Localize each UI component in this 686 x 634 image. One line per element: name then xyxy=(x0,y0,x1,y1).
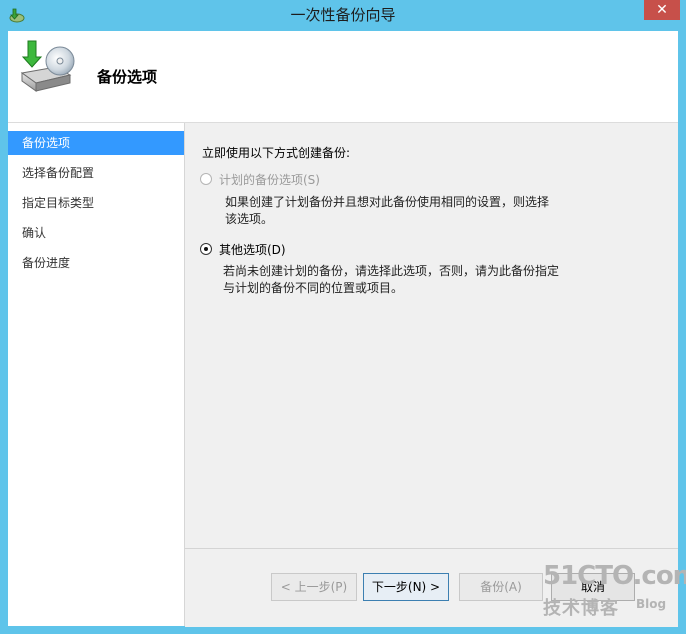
title-bar[interactable]: 一次性备份向导 ✕ xyxy=(0,0,686,30)
sidebar-item-target-type[interactable]: 指定目标类型 xyxy=(8,191,184,215)
previous-button[interactable]: < 上一步(P) xyxy=(271,573,357,601)
wizard-header: 备份选项 xyxy=(8,31,678,123)
scheduled-options-description: 如果创建了计划备份并且想对此备份使用相同的设置，则选择 该选项。 xyxy=(225,194,565,228)
sidebar-item-backup-options[interactable]: 备份选项 xyxy=(8,131,184,155)
description-line: 如果创建了计划备份并且想对此备份使用相同的设置，则选择 xyxy=(225,195,550,209)
window-title: 一次性备份向导 xyxy=(290,6,396,24)
other-options-label: 其他选项(D) xyxy=(219,243,286,257)
site-watermark: 51CTO.com 技术博客 Blog xyxy=(540,561,686,621)
watermark-subtitle: 技术博客 xyxy=(543,598,619,619)
description-line: 若尚未创建计划的备份，请选择此选项，否则，请为此备份指定 xyxy=(223,264,560,278)
other-options-radio[interactable] xyxy=(200,243,212,255)
wizard-steps-sidebar: 备份选项 选择备份配置 指定目标类型 确认 备份进度 xyxy=(8,123,185,626)
other-options-description: 若尚未创建计划的备份，请选择此选项，否则，请为此备份指定 与计划的备份不同的位置… xyxy=(223,263,563,297)
scheduled-options-radio[interactable] xyxy=(200,173,212,185)
next-button[interactable]: 下一步(N) > xyxy=(363,573,449,601)
watermark-site: 51CTO.com xyxy=(543,561,686,591)
sidebar-item-confirm[interactable]: 确认 xyxy=(8,221,184,245)
scheduled-options-label: 计划的备份选项(S) xyxy=(219,173,320,187)
wizard-body: 备份选项 备份选项 选择备份配置 指定目标类型 确认 备份进度 立即使用以下方式… xyxy=(8,31,678,627)
description-line: 该选项。 xyxy=(225,212,274,226)
radio-selected-dot xyxy=(204,247,208,251)
description-line: 与计划的备份不同的位置或项目。 xyxy=(223,281,404,295)
wizard-window: 一次性备份向导 ✕ 备份选项 备份选项 选择备份配置 指定目标类型 确认 备份进… xyxy=(0,0,686,634)
backup-wizard-icon xyxy=(20,40,75,92)
page-title: 备份选项 xyxy=(97,68,158,86)
close-icon: ✕ xyxy=(656,2,668,18)
close-button[interactable]: ✕ xyxy=(644,0,680,20)
instruction-text: 立即使用以下方式创建备份: xyxy=(202,146,351,160)
watermark-blog: Blog xyxy=(636,597,667,611)
options-panel: 立即使用以下方式创建备份: 计划的备份选项(S) 如果创建了计划备份并且想对此备… xyxy=(185,123,678,548)
sidebar-item-select-config[interactable]: 选择备份配置 xyxy=(8,161,184,185)
sidebar-item-progress[interactable]: 备份进度 xyxy=(8,251,184,275)
backup-button[interactable]: 备份(A) xyxy=(459,573,543,601)
